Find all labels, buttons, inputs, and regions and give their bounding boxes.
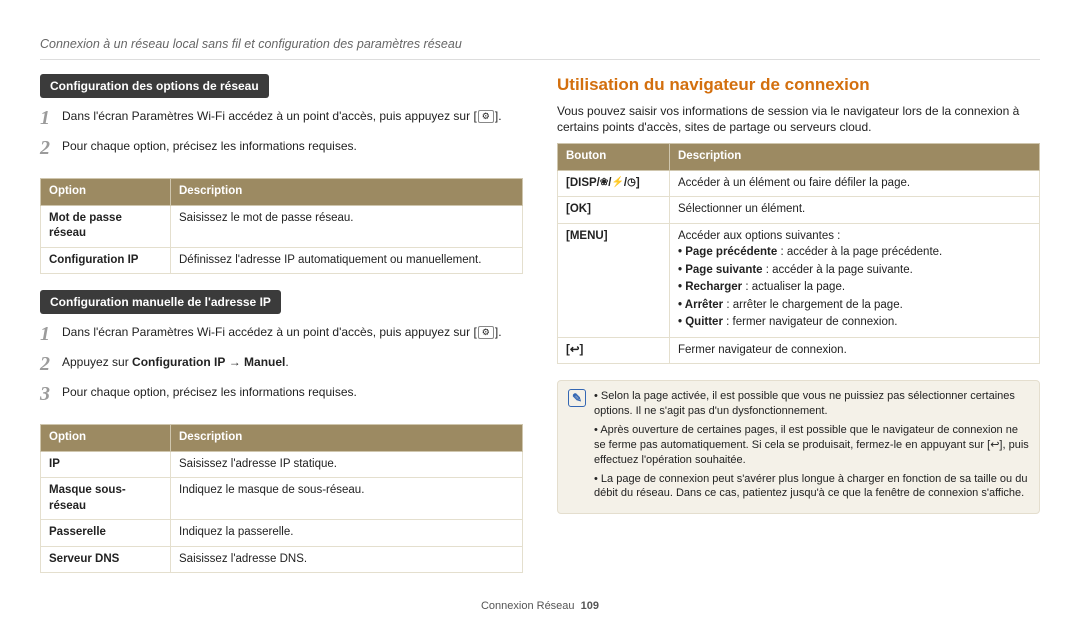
info-icon: ✎ bbox=[568, 389, 586, 407]
step-number: 1 bbox=[40, 321, 62, 348]
list-item: Quitter : fermer navigateur de connexion… bbox=[678, 314, 1031, 332]
step-number: 1 bbox=[40, 105, 62, 132]
table-row: IPSaisissez l'adresse IP statique. bbox=[41, 451, 523, 478]
col-button: Bouton bbox=[558, 144, 670, 171]
table-buttons: Bouton Description [DISP/❀/⚡/◷] Accéder … bbox=[557, 143, 1040, 364]
col-option: Option bbox=[41, 179, 171, 206]
list-item: Page précédente : accéder à la page préc… bbox=[678, 244, 1031, 262]
list-item: Arrêter : arrêter le chargement de la pa… bbox=[678, 297, 1031, 315]
table-row: [↩] Fermer navigateur de connexion. bbox=[558, 337, 1040, 364]
heading-login-browser: Utilisation du navigateur de connexion bbox=[557, 74, 1040, 97]
info-box: ✎ Selon la page activée, il est possible… bbox=[557, 380, 1040, 514]
step-number: 2 bbox=[40, 351, 62, 378]
menu-options-list: Page précédente : accéder à la page préc… bbox=[678, 244, 1031, 332]
section-network-options-title: Configuration des options de réseau bbox=[40, 74, 269, 98]
table-row: [DISP/❀/⚡/◷] Accéder à un élément ou fai… bbox=[558, 170, 1040, 197]
col-description: Description bbox=[670, 144, 1040, 171]
s2-step3-text: Pour chaque option, précisez les informa… bbox=[62, 384, 523, 400]
login-browser-intro: Vous pouvez saisir vos informations de s… bbox=[557, 103, 1040, 135]
info-list: Selon la page activée, il est possible q… bbox=[594, 389, 1029, 505]
table-row: [MENU] Accéder aux options suivantes : P… bbox=[558, 223, 1040, 337]
list-item: Page suivante : accéder à la page suivan… bbox=[678, 262, 1031, 280]
flash-icon: ⚡ bbox=[611, 176, 623, 190]
s2-step2: 2 Appuyez sur Configuration IP → Manuel. bbox=[40, 354, 523, 378]
s2-step3: 3 Pour chaque option, précisez les infor… bbox=[40, 384, 523, 408]
step-number: 2 bbox=[40, 135, 62, 162]
list-item: Après ouverture de certaines pages, il e… bbox=[594, 423, 1029, 468]
s1-step2: 2 Pour chaque option, précisez les infor… bbox=[40, 138, 523, 162]
s1-step2-text: Pour chaque option, précisez les informa… bbox=[62, 138, 523, 154]
ok-button-icon: [OK] bbox=[558, 197, 670, 224]
list-item: La page de connexion peut s'avérer plus … bbox=[594, 472, 1029, 502]
page-number: 109 bbox=[581, 600, 599, 612]
s2-step1: 1 Dans l'écran Paramètres Wi-Fi accédez … bbox=[40, 324, 523, 348]
macro-icon: ❀ bbox=[600, 176, 608, 190]
table-row: [OK] Sélectionner un élément. bbox=[558, 197, 1040, 224]
timer-icon: ◷ bbox=[627, 176, 636, 190]
col-description: Description bbox=[171, 179, 523, 206]
list-item: Selon la page activée, il est possible q… bbox=[594, 389, 1029, 419]
gear-icon: ⚙ bbox=[478, 110, 494, 123]
col-option: Option bbox=[41, 425, 171, 452]
gear-icon: ⚙ bbox=[478, 326, 494, 339]
table-row: Mot de passe réseau Saisissez le mot de … bbox=[41, 205, 523, 247]
s1-step1-text: Dans l'écran Paramètres Wi-Fi accédez à … bbox=[62, 109, 470, 123]
right-column: Utilisation du navigateur de connexion V… bbox=[557, 74, 1040, 590]
breadcrumb: Connexion à un réseau local sans fil et … bbox=[40, 36, 1040, 60]
s1-step1: 1 Dans l'écran Paramètres Wi-Fi accédez … bbox=[40, 108, 523, 132]
table-row: PasserelleIndiquez la passerelle. bbox=[41, 520, 523, 547]
menu-button-icon: [MENU] bbox=[558, 223, 670, 337]
list-item: Recharger : actualiser la page. bbox=[678, 279, 1031, 297]
table-row: Serveur DNSSaisissez l'adresse DNS. bbox=[41, 546, 523, 573]
disp-button-icon: [DISP/❀/⚡/◷] bbox=[558, 170, 670, 197]
table-ip-options: Option Description IPSaisissez l'adresse… bbox=[40, 424, 523, 573]
col-description: Description bbox=[171, 425, 523, 452]
table-row: Masque sous-réseauIndiquez le masque de … bbox=[41, 478, 523, 520]
step-number: 3 bbox=[40, 381, 62, 408]
page-footer: Connexion Réseau 109 bbox=[40, 599, 1040, 614]
s2-step1-text: Dans l'écran Paramètres Wi-Fi accédez à … bbox=[62, 325, 470, 339]
table-row: Configuration IP Définissez l'adresse IP… bbox=[41, 247, 523, 274]
left-column: Configuration des options de réseau 1 Da… bbox=[40, 74, 523, 590]
table-network-options: Option Description Mot de passe réseau S… bbox=[40, 178, 523, 274]
back-button-icon: [↩] bbox=[558, 337, 670, 364]
section-manual-ip-title: Configuration manuelle de l'adresse IP bbox=[40, 290, 281, 314]
